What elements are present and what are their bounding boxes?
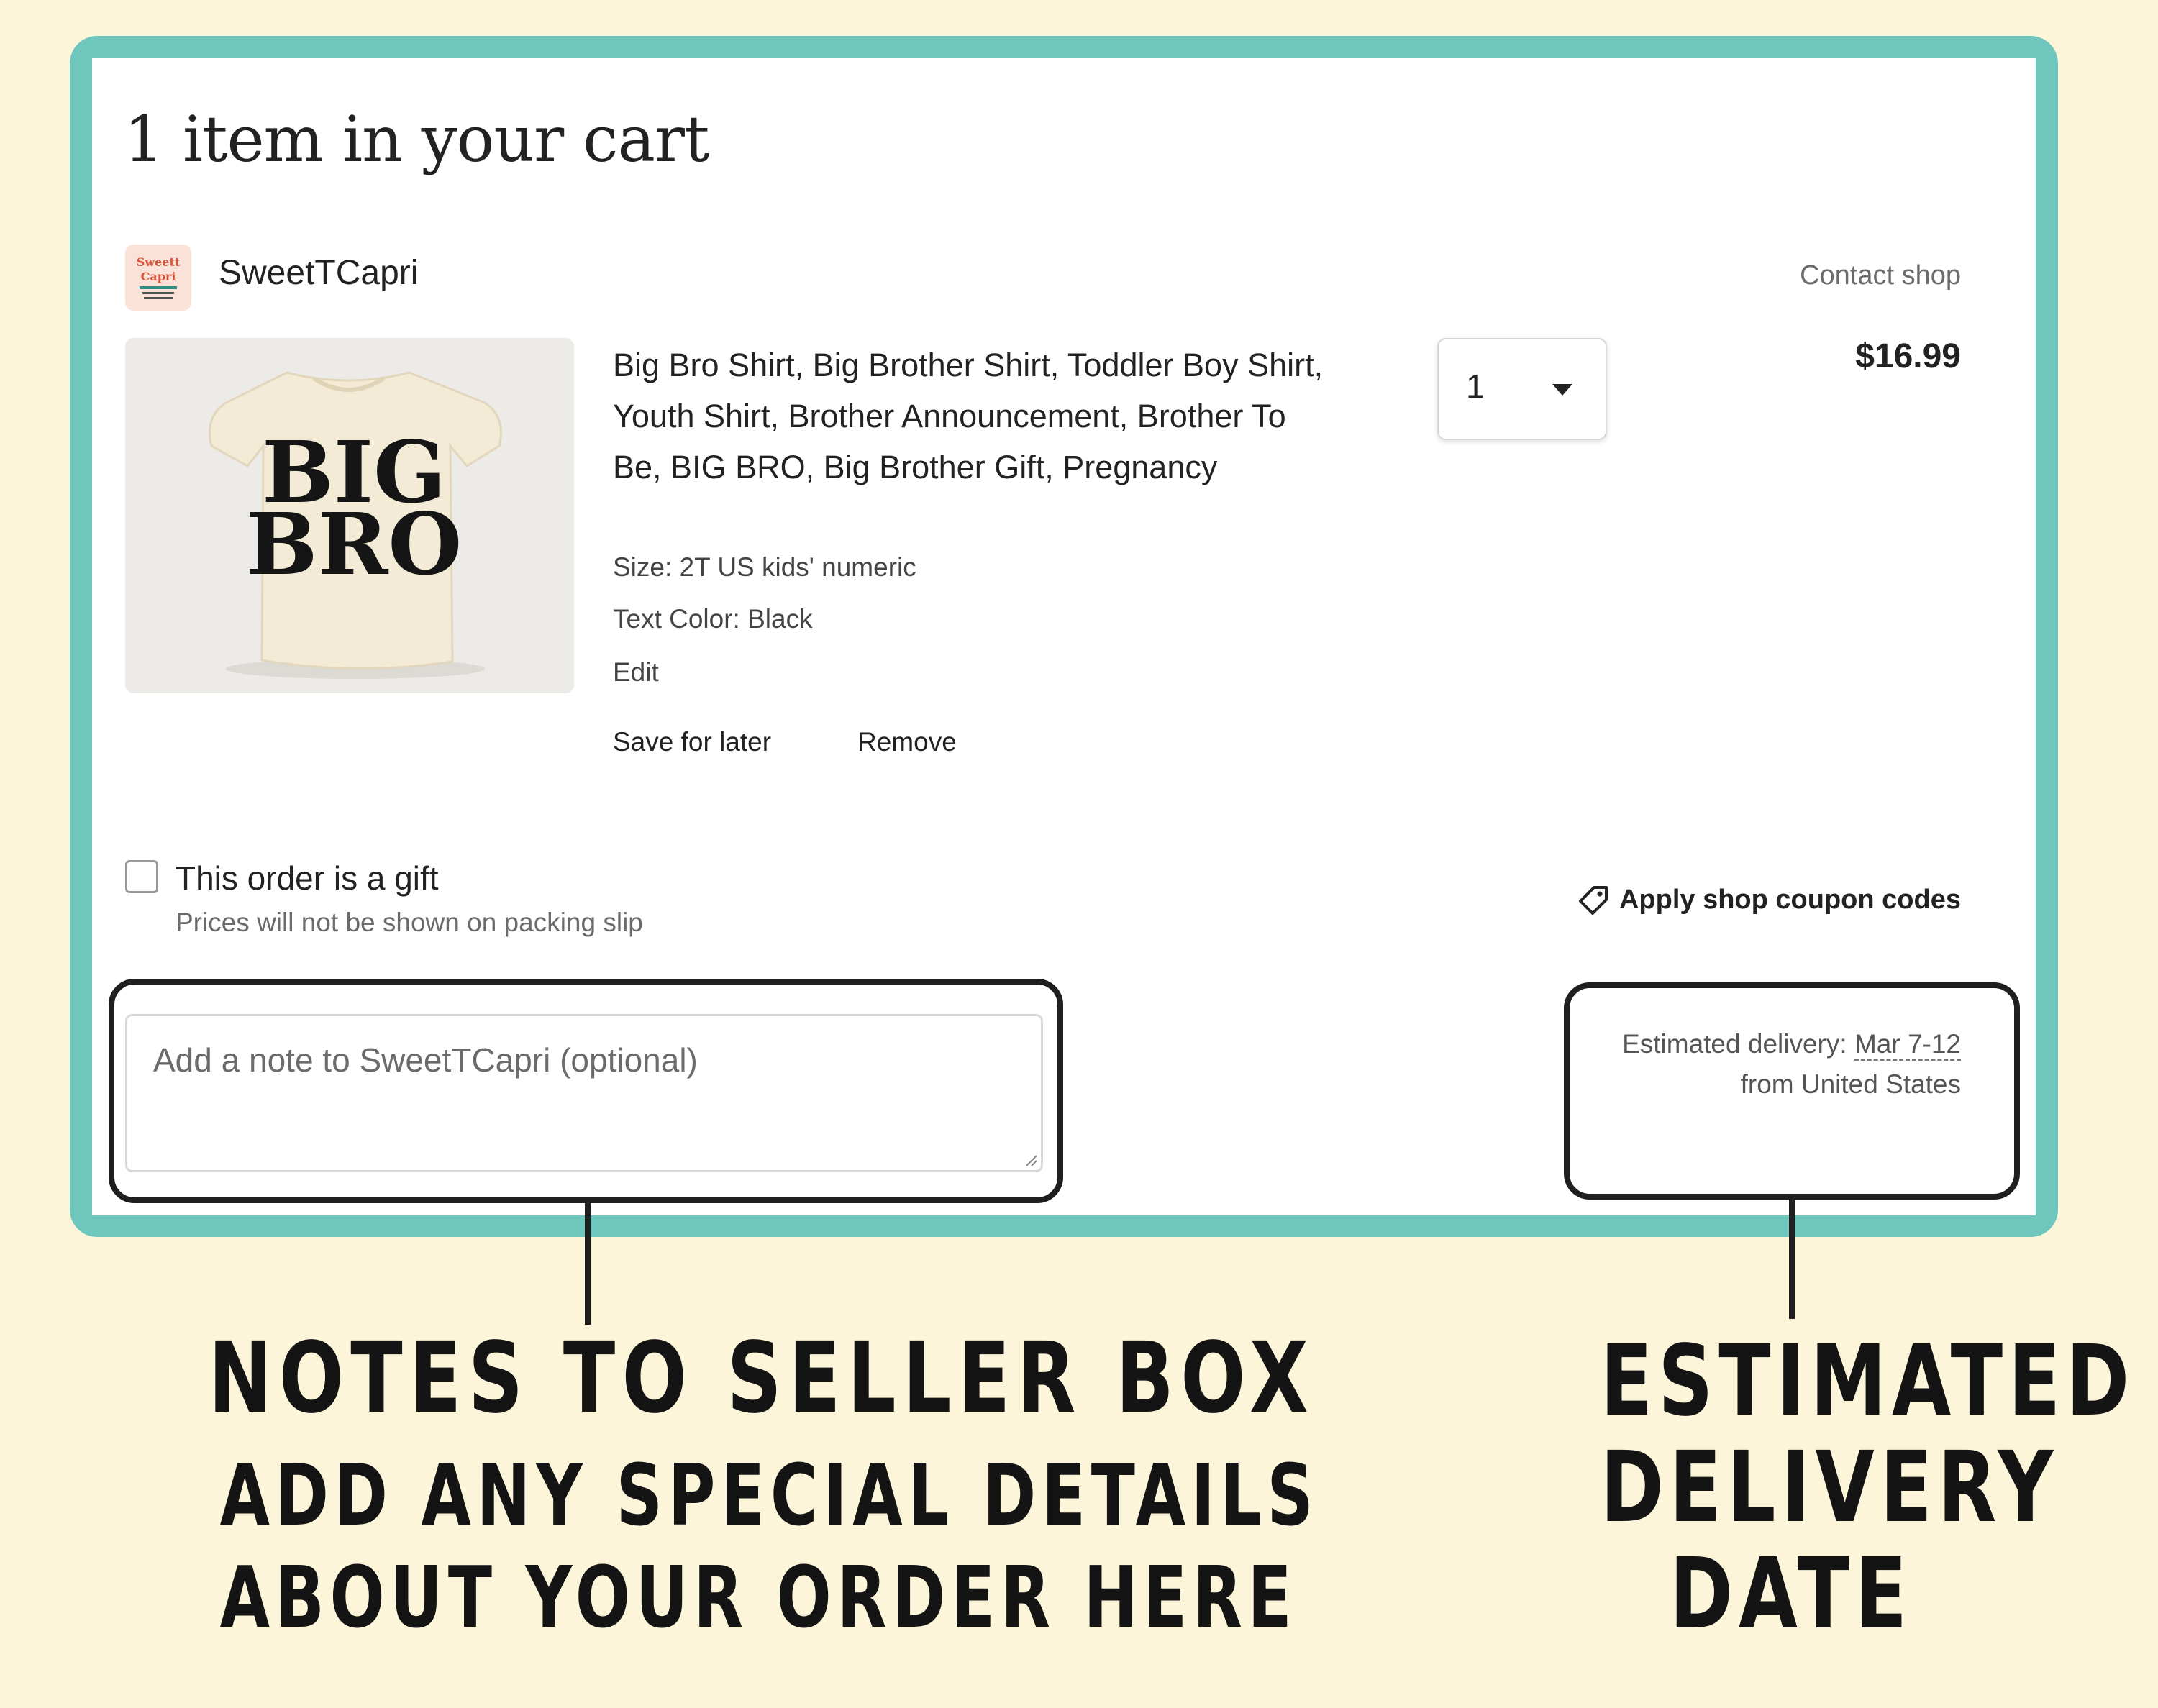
- delivery-callout-outline: [1564, 982, 2020, 1200]
- product-image[interactable]: BIG BRO: [125, 338, 574, 693]
- shirt-text-bro: BRO: [246, 494, 463, 594]
- notes-annotation-line2: ABOUT YOUR ORDER HERE: [219, 1548, 1298, 1647]
- quantity-select[interactable]: 1: [1437, 338, 1607, 440]
- notes-callout-connector: [585, 1201, 591, 1325]
- gift-label[interactable]: This order is a gift: [176, 859, 439, 898]
- delivery-annotation-line2: DELIVERY: [1600, 1431, 2059, 1545]
- item-price: $16.99: [1855, 337, 1961, 375]
- cart-title: 1 item in your cart: [124, 102, 709, 176]
- tag-icon: [1578, 886, 1608, 915]
- variation-text-color: Text Color: Black: [613, 604, 813, 634]
- contact-shop-link[interactable]: Contact shop: [1800, 260, 1961, 291]
- listing-title-link[interactable]: Big Bro Shirt, Big Brother Shirt, Toddle…: [613, 339, 1332, 493]
- shop-name-link[interactable]: SweetTCapri: [219, 253, 418, 293]
- delivery-callout-connector: [1789, 1198, 1795, 1319]
- apply-coupon-label: Apply shop coupon codes: [1618, 884, 1961, 915]
- notes-annotation-line1: ADD ANY SPECIAL DETAILS: [219, 1446, 1319, 1545]
- notes-annotation-heading: NOTES TO SELLER BOX: [208, 1322, 1316, 1435]
- remove-button[interactable]: Remove: [857, 727, 957, 757]
- apply-coupon-button[interactable]: Apply shop coupon codes: [1575, 882, 1961, 918]
- save-for-later-button[interactable]: Save for later: [613, 727, 771, 757]
- big-bro-shirt-image: BIG BRO: [125, 338, 574, 693]
- delivery-annotation-line3: DATE: [1670, 1538, 1913, 1651]
- edit-link[interactable]: Edit: [613, 657, 659, 688]
- variation-size: Size: 2T US kids' numeric: [613, 552, 916, 582]
- shop-logo-graphic: Sweett Capri: [125, 245, 191, 311]
- gift-checkbox[interactable]: [125, 860, 158, 893]
- shop-logo-text: Sweett: [137, 255, 181, 269]
- svg-text:Capri: Capri: [141, 270, 176, 283]
- gift-hint: Prices will not be shown on packing slip: [176, 908, 643, 937]
- caret-down-icon: [1552, 384, 1572, 396]
- notes-callout-outline: [109, 979, 1063, 1203]
- delivery-annotation-line1: ESTIMATED: [1600, 1325, 2136, 1438]
- quantity-value: 1: [1466, 367, 1485, 405]
- shop-logo[interactable]: Sweett Capri: [125, 245, 191, 311]
